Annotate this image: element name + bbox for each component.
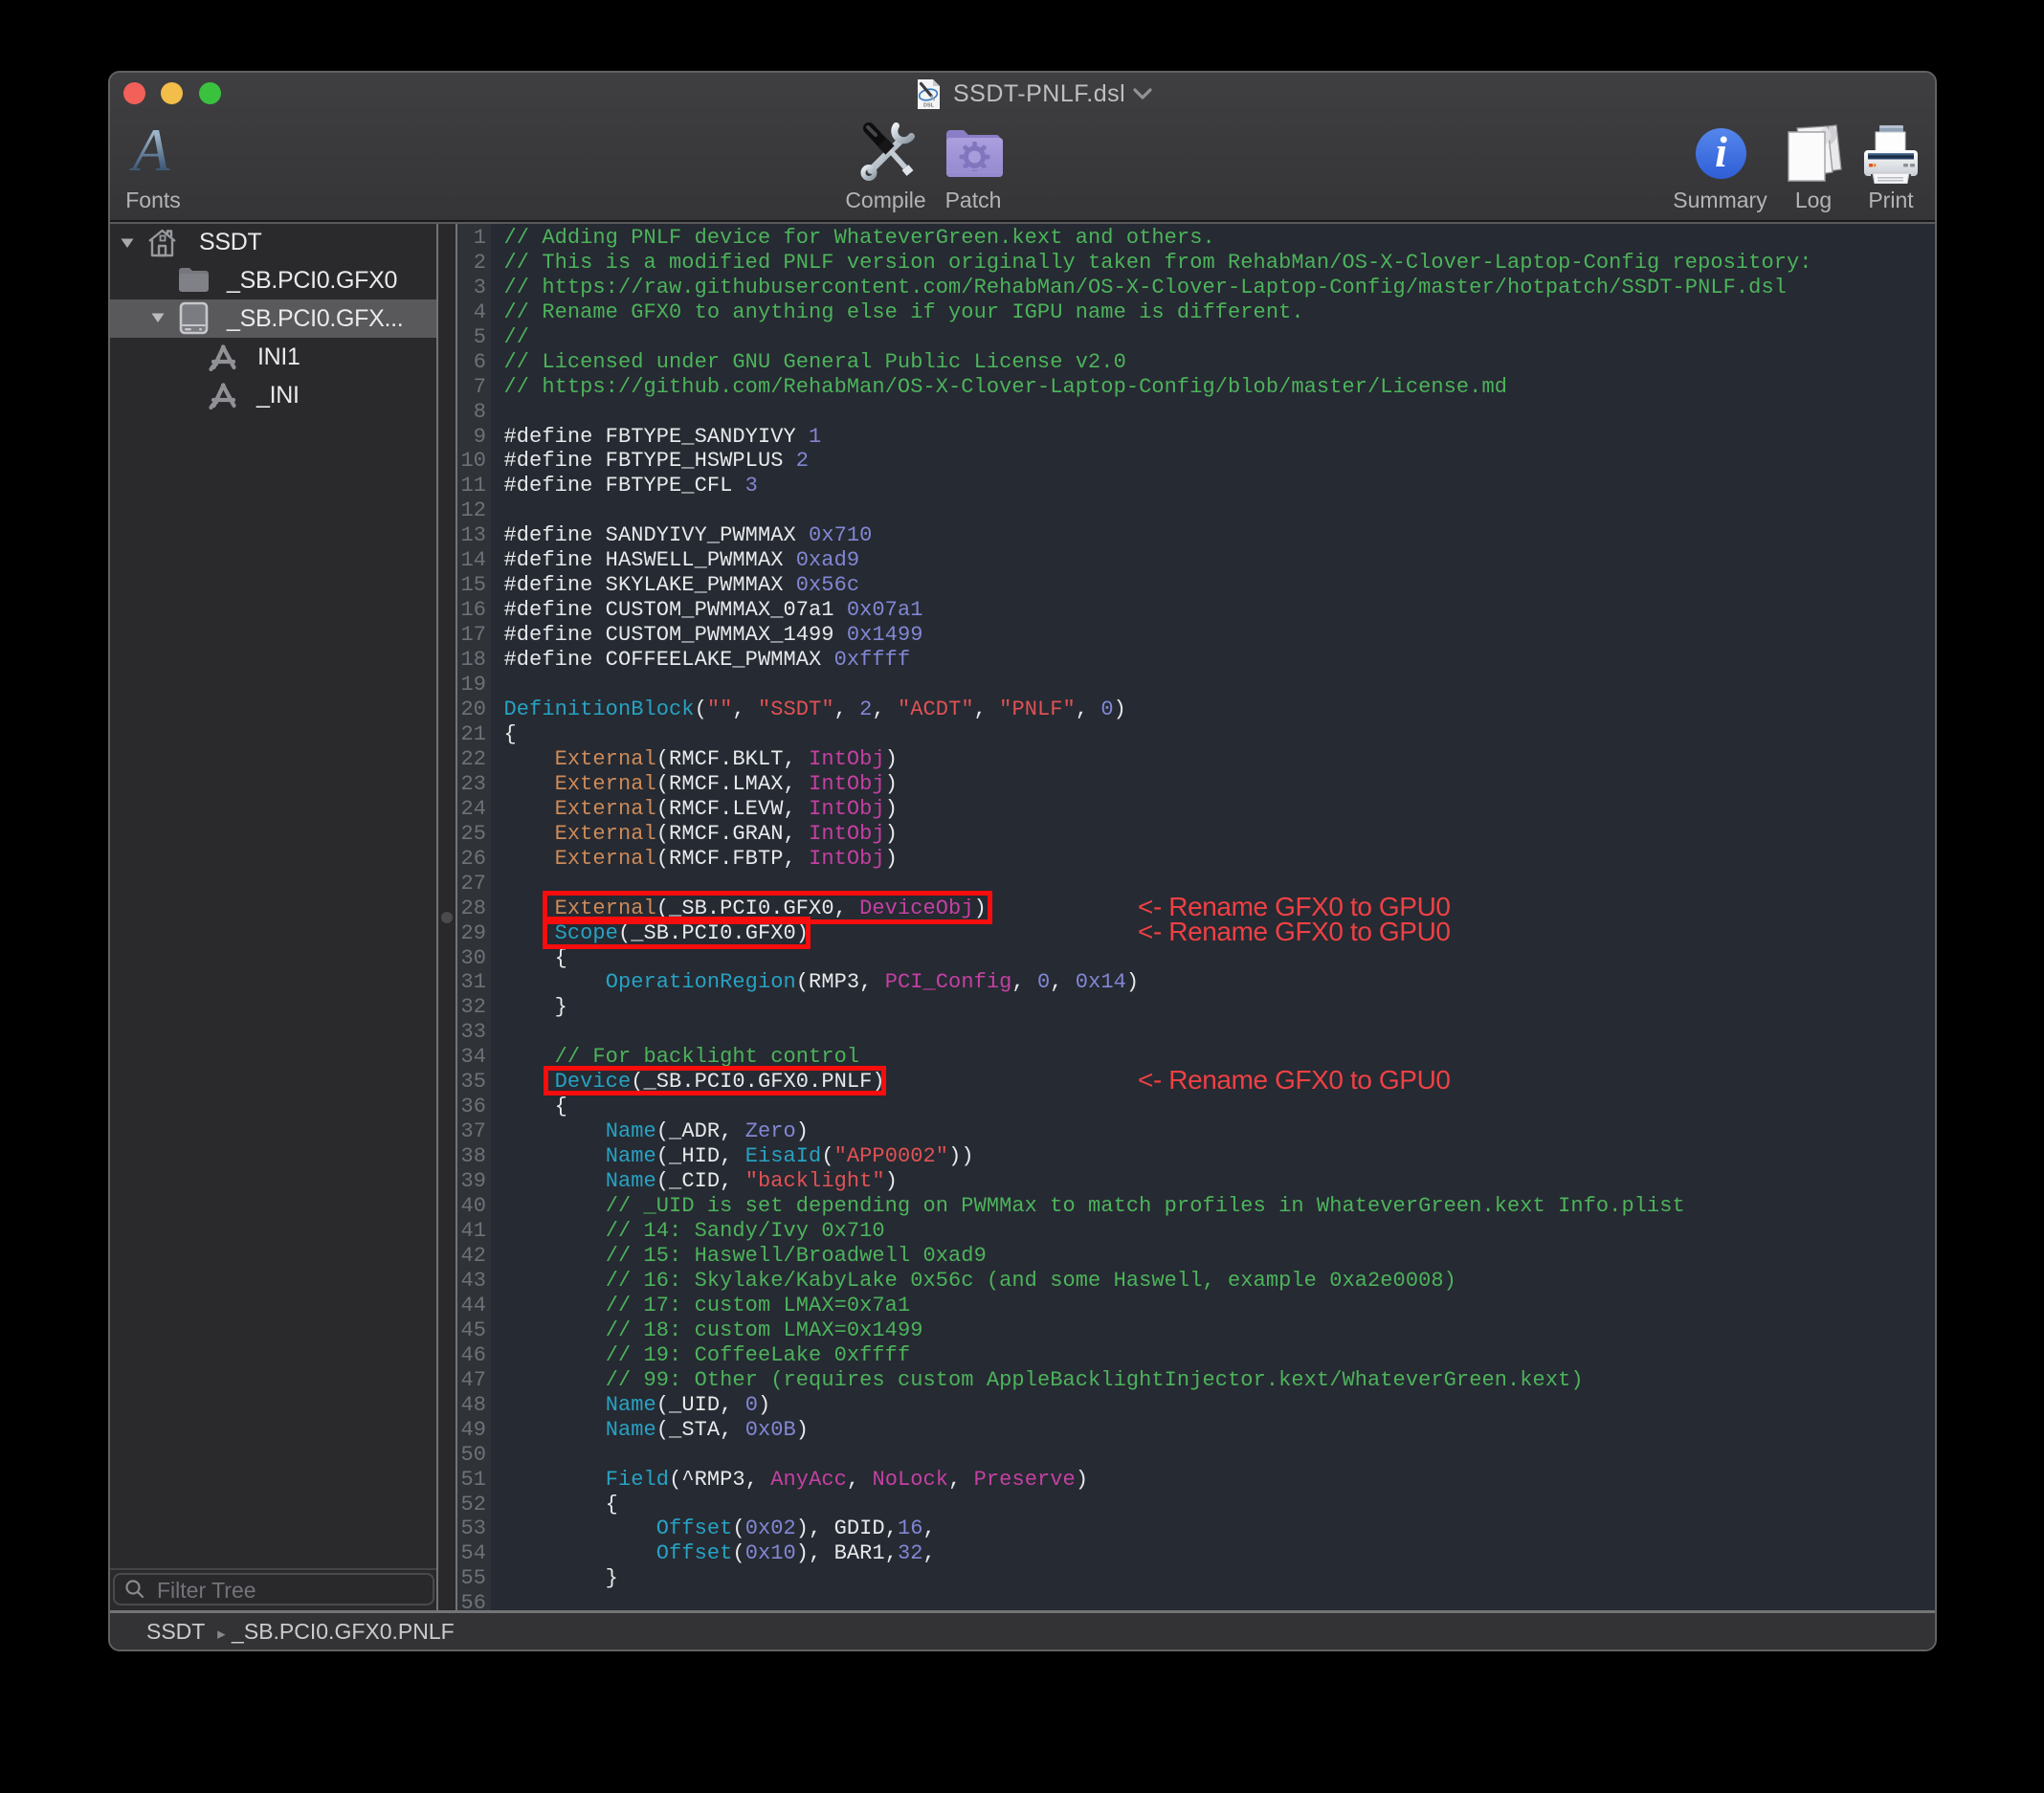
svg-text:DSL: DSL: [923, 103, 935, 109]
